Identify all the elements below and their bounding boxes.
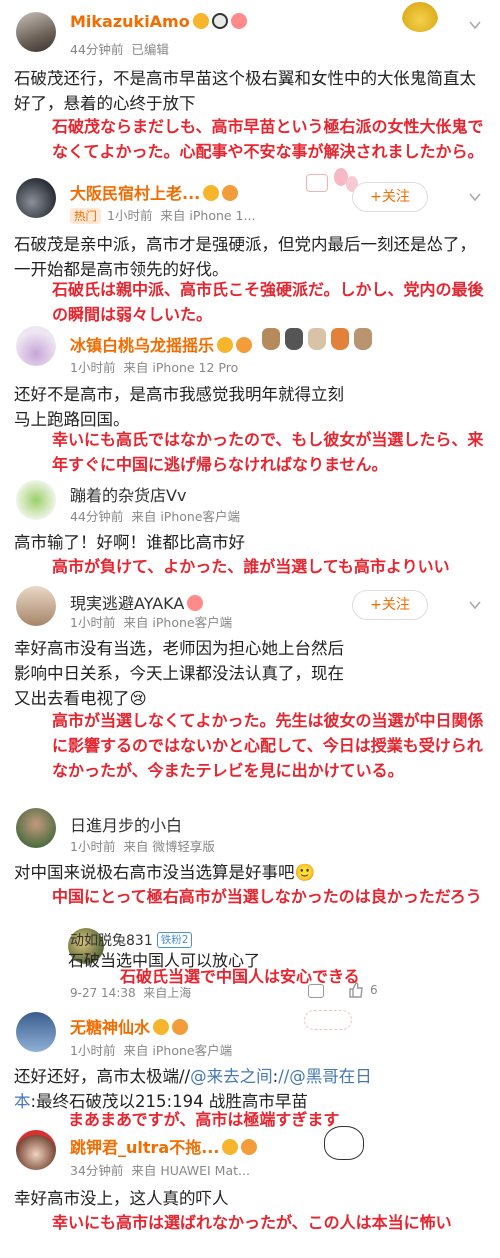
paw-icon [308,328,326,350]
paw-icon [354,328,372,350]
chevron-down-icon[interactable] [468,598,482,612]
username[interactable]: 日進月步的小白 [70,812,182,836]
comment-8: 无糖神仙水 1小时前 来自 iPhone客户端 还好还好，高市太极端//@来去之… [0,1006,500,1129]
avatar[interactable] [16,326,56,366]
follow-button[interactable]: +关注 [352,182,428,212]
avatar[interactable] [16,1012,56,1052]
dots-decoration-icon [304,1010,352,1030]
avatar[interactable] [16,586,56,626]
username[interactable]: 跳钾君_ultra不拖... [70,1134,258,1158]
comment-meta: 1小时前 来自 iPhone 12 Pro [70,360,239,375]
comment-meta: 1小时前 来自 iPhone客户端 [70,615,233,630]
doodle-sticker-icon [324,1126,364,1160]
comment-5: 現実逃避AYAKA 1小时前 来自 iPhone客户端 +关注 幸好高市没有当选… [0,580,500,808]
comment-7: 动如脱兔831 铁粉2 石破当选中国人可以放心了 石破氏当選で中国人は安心できる … [0,926,500,1006]
comment-meta: 44分钟前 来自 iPhone客户端 [70,509,241,524]
avatar[interactable] [16,480,56,520]
comment-meta: 1小时前 来自 微博轻享版 [70,839,215,854]
comment-9: 跳钾君_ultra不拖... 34分钟前 来自 HUAWEI Mat... 幸好… [0,1124,500,1258]
username[interactable]: 无糖神仙水 [70,1014,189,1038]
avatar[interactable] [16,1130,56,1170]
fish-icon [241,1139,258,1155]
comment-text: 石破茂是亲中派，高市才是强硬派，但党内最后一刻还是怂了，一开始都是高市领先的好伐… [14,235,476,279]
comment-meta: 44分钟前 已编辑 [70,42,169,57]
translation-annotation: 高市が負けて、よかった、誰が当選しても高市よりいい [52,557,450,576]
fish-icon [222,185,239,201]
paw-badges [262,328,372,350]
comment-text: 幸好高市没有当选，老师因为担心她上台然后影响中日关系，今天上课都没法认真了，现在… [14,639,344,708]
translation-annotation: 石破茂ならまだしも、高市早苗という極右派の女性大伥鬼でなくてよかった。心配事や不… [52,117,484,161]
comment-meta: 热门 1小时前 来自 iPhone 1... [70,205,255,224]
translation-annotation: 幸いにも高市は選ばれなかったが、この人は本当に怖い [52,1213,452,1232]
crown-icon [203,185,220,201]
crown-icon [153,1019,170,1035]
comment-meta: 34分钟前 来自 HUAWEI Mat... [70,1163,250,1178]
username[interactable]: 冰镇白桃乌龙摇摇乐 [70,332,253,356]
comment-4: 蹦着的杂货店Vv 44分钟前 来自 iPhone客户端 高市输了！好啊！谁都比高… [0,470,500,580]
panda-icon [211,13,228,29]
duck-sticker-icon [402,2,438,32]
username[interactable]: MikazukiAmo [70,12,247,31]
username[interactable]: 蹦着的杂货店Vv [70,482,186,506]
paw-icon [262,328,280,350]
fish-icon [236,337,253,353]
like-icon[interactable] [348,982,364,998]
heart-icon [230,13,247,29]
paw-icon [331,328,349,350]
comment-text: 对中国来说极右高市没当选算是好事吧🙂 [14,863,316,882]
comment-3: 冰镇白桃乌龙摇摇乐 1小时前 来自 iPhone 12 Pro 还好不是高市，是… [0,320,500,474]
comment-2: 大阪民宿村上老... 热门 1小时前 来自 iPhone 1... +关注 石破茂… [0,168,500,324]
chevron-down-icon[interactable] [468,18,482,32]
crown-icon [192,13,209,29]
follow-button[interactable]: +关注 [352,590,428,620]
translation-annotation: 中国にとって極右高市が当選しなかったのは良かっただろう [52,887,482,906]
mention-link[interactable]: @来去之间 [190,1067,273,1086]
like-count: 6 [370,983,378,997]
comment-text: 高市输了！好啊！谁都比高市好 [14,533,245,552]
fish-icon [172,1019,189,1035]
username[interactable]: 大阪民宿村上老... [70,180,239,204]
avatar[interactable] [16,178,56,218]
username[interactable]: 动如脱兔831 铁粉2 [70,930,193,950]
balloon-decoration-icon [300,166,360,200]
crown-icon [222,1139,239,1155]
heart-icon [187,595,204,611]
fans-badge: 铁粉2 [156,932,193,948]
comment-meta: 1小时前 来自 iPhone客户端 [70,1043,233,1058]
comment-1: MikazukiAmo 44分钟前 已编辑 石破茂还行，不是高市早苗这个极右翼和… [0,0,500,170]
avatar[interactable] [16,12,56,52]
reply-icon[interactable] [308,984,324,998]
crown-icon [217,337,234,353]
avatar[interactable] [16,808,56,848]
translation-annotation: 高市が当選しなくてよかった。先生は彼女の当選が中日関係に影響するのではないかと心… [52,711,484,780]
comment-text: 幸好高市没上，这人真的吓人 [14,1189,229,1208]
comment-text: 石破茂还行，不是高市早苗这个极右翼和女性中的大伥鬼简直太好了，悬着的心终于放下 [14,69,476,113]
comment-text: 还好不是高市，是高市我感觉我明年就得立刻马上跑路回国。 [14,385,344,429]
paw-icon [285,328,303,350]
comment-meta: 9-27 14:38 来自上海 [70,986,192,1000]
chevron-down-icon[interactable] [468,190,482,204]
comment-6: 日進月步的小白 1小时前 来自 微博轻享版 对中国来说极右高市没当选算是好事吧🙂… [0,808,500,926]
username[interactable]: 現実逃避AYAKA [70,590,204,614]
